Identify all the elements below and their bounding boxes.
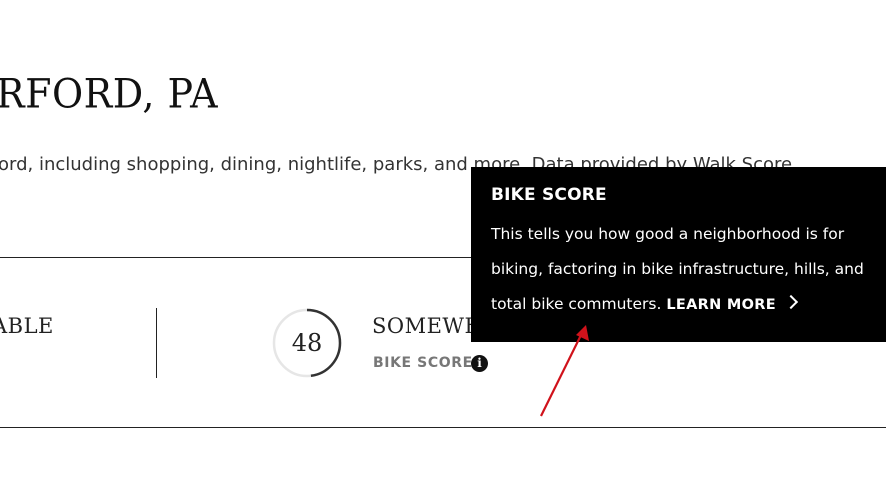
chevron-right-icon xyxy=(783,294,798,310)
bike-score-value: 48 xyxy=(291,329,323,357)
bike-score-gauge: 48 xyxy=(272,308,342,378)
bike-score-tooltip: BIKE SCORE This tells you how good a nei… xyxy=(471,167,886,342)
page-heading: RFORD, PA xyxy=(0,70,219,118)
learn-more-link[interactable]: LEARN MORE xyxy=(666,294,798,313)
section-divider-bottom xyxy=(0,427,886,428)
bike-score-description: SOMEWH xyxy=(372,314,484,338)
bike-score-label: BIKE SCORE xyxy=(373,355,473,371)
walk-score-description-label: ABLE xyxy=(0,314,54,338)
info-circle-icon[interactable]: i xyxy=(471,355,488,372)
tooltip-title: BIKE SCORE xyxy=(491,185,607,205)
score-separator xyxy=(156,308,157,378)
tooltip-body: This tells you how good a neighborhood i… xyxy=(491,217,886,323)
annotation-arrow-shaft xyxy=(540,332,583,417)
learn-more-label: LEARN MORE xyxy=(666,297,776,313)
